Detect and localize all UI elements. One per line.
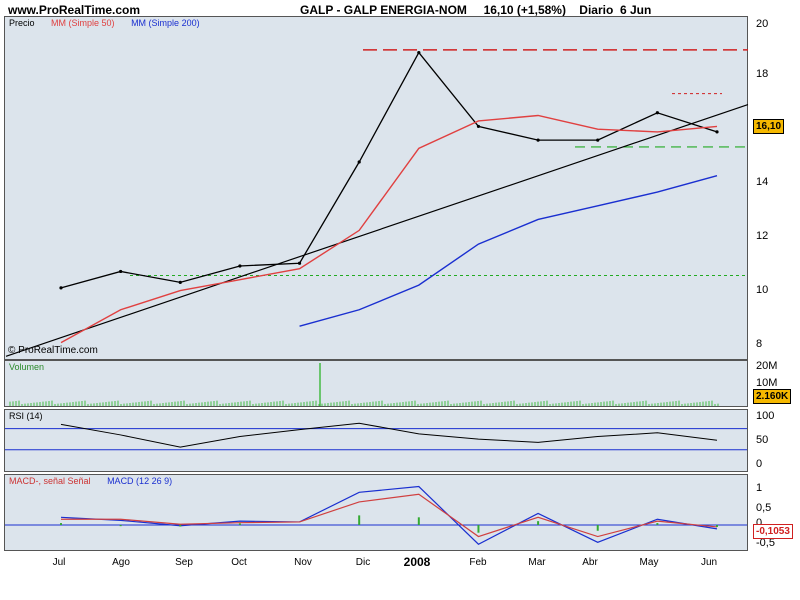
price-point (596, 138, 600, 142)
ma200-line (299, 175, 718, 327)
macd-line (60, 485, 718, 545)
x-tick-mar: Mar (528, 557, 546, 568)
rsi-tick-50: 50 (756, 434, 769, 446)
x-tick-dic: Dic (355, 557, 371, 568)
price-point (655, 111, 659, 115)
macd-tick-1: 1 (756, 482, 763, 494)
rsi-line (60, 422, 718, 448)
last-macd-tag: -0,1053 (753, 524, 793, 539)
price-point (119, 269, 123, 274)
price-point (536, 138, 540, 142)
price-point (178, 280, 182, 284)
trend-line (5, 103, 749, 357)
price-point (476, 124, 481, 129)
price-point (417, 50, 421, 55)
x-tick-may: May (639, 557, 659, 568)
volume-tick-20m: 20M (756, 360, 778, 372)
price-point (238, 264, 242, 268)
x-tick-sep: Sep (175, 557, 193, 568)
price-point (715, 130, 719, 134)
price-tick-8: 8 (756, 338, 763, 350)
x-tick-abr: Abr (582, 557, 598, 568)
last-price-tag: 16,10 (753, 119, 785, 134)
price-tick-10: 10 (756, 284, 769, 296)
x-tick-ago: Ago (112, 557, 130, 568)
price-line (60, 51, 718, 289)
volume-tick-10m: 10M (756, 377, 778, 389)
x-tick-2008: 2008 (403, 555, 431, 569)
price-tick-20: 20 (756, 18, 769, 30)
price-point (357, 160, 361, 164)
price-tick-14: 14 (756, 176, 769, 188)
price-point (297, 261, 302, 265)
x-tick-feb: Feb (469, 557, 487, 568)
price-tick-18: 18 (756, 68, 769, 80)
rsi-tick-100: 100 (756, 410, 775, 422)
macd-signal-line (61, 493, 718, 538)
x-tick-oct: Oct (231, 557, 247, 568)
macd-tick-05: 0,5 (756, 502, 772, 514)
rsi-tick-0: 0 (756, 458, 763, 470)
x-tick-nov: Nov (294, 557, 312, 568)
last-volume-tag: 2.160K (753, 389, 792, 404)
ma50-line (60, 114, 718, 344)
price-tick-12: 12 (756, 230, 769, 242)
x-tick-jun: Jun (700, 557, 718, 568)
x-tick-jul: Jul (52, 557, 66, 568)
chart-canvas (5, 49, 749, 545)
price-point (59, 286, 63, 290)
